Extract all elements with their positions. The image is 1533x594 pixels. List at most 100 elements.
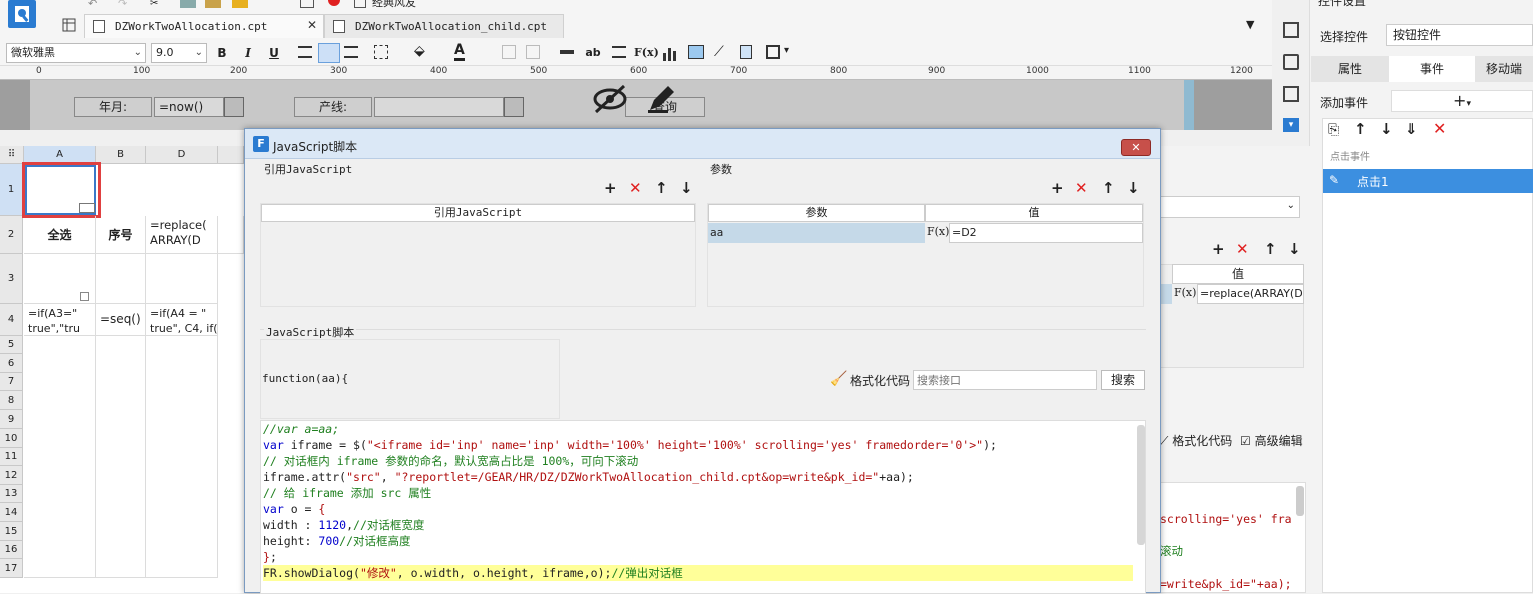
cell-b-empty[interactable] [96, 336, 146, 578]
row-header[interactable]: 15 [0, 522, 23, 541]
column-header[interactable]: D [146, 146, 218, 164]
italic-button[interactable]: I [240, 44, 256, 62]
formula-icon[interactable]: F(x) [1172, 284, 1196, 304]
tab-attributes[interactable]: 属性 [1311, 56, 1389, 82]
calendar-icon[interactable] [224, 97, 244, 117]
row-header[interactable]: 8 [0, 391, 23, 410]
cut-icon[interactable]: ✂ [150, 0, 168, 9]
param-value-cell[interactable]: =D2 [949, 223, 1143, 243]
grid-corner[interactable]: ⠿ [0, 146, 24, 164]
add-param-icon[interactable]: + [1212, 240, 1225, 258]
image-icon[interactable] [688, 45, 704, 59]
row-header[interactable]: 1 (H) [0, 164, 23, 247]
line-combo-field[interactable] [374, 97, 504, 117]
broom-icon[interactable]: 🧹 [830, 371, 847, 387]
move-up-icon[interactable]: ↑ [1264, 240, 1277, 258]
event-item-selected[interactable]: ✎ 点击1 [1323, 169, 1533, 193]
tab-events[interactable]: 事件 [1389, 56, 1475, 82]
frame-icon[interactable] [766, 45, 780, 59]
delete-icon[interactable]: ✕ [629, 179, 642, 197]
dropdown-icon[interactable] [504, 97, 524, 117]
copy-event-icon[interactable]: ⎘ [1328, 122, 1339, 138]
checkbox-icon[interactable] [354, 0, 366, 8]
paste-icon[interactable] [205, 0, 221, 8]
chart-icon[interactable] [662, 45, 678, 64]
redo-icon[interactable]: ↷ [118, 0, 138, 9]
checkbox-widget-icon[interactable] [80, 292, 89, 301]
cell-b2[interactable]: 序号 [96, 216, 146, 254]
move-up-icon[interactable]: ↑ [1102, 179, 1115, 197]
slash-icon[interactable]: ⟋ [714, 44, 724, 60]
search-button[interactable]: 搜索 [1101, 370, 1145, 390]
move-bottom-icon[interactable]: ⇓ [1405, 120, 1418, 138]
cell-a-empty[interactable] [24, 336, 96, 578]
scrollbar-thumb[interactable] [1296, 486, 1304, 516]
button-widget-icon[interactable] [79, 203, 95, 213]
row-header[interactable]: 4 [0, 304, 23, 336]
tab-list-icon[interactable]: ▼ [1246, 18, 1254, 31]
hidden-eye-icon[interactable] [592, 84, 628, 117]
delete-param-icon[interactable]: ✕ [1075, 179, 1088, 197]
behind-format-code[interactable]: ⟋ 格式化代码 [1160, 432, 1232, 449]
tab-child-report[interactable]: DZWorkTwoAllocation_child.cpt [324, 14, 564, 38]
canvas-scrollbar[interactable] [1184, 80, 1194, 130]
font-size-select[interactable]: 9.0 ⌄ [151, 43, 207, 63]
behind-param-value[interactable]: =replace(ARRAY(D [1197, 284, 1304, 304]
delete-param-icon[interactable]: ✕ [1236, 240, 1249, 258]
move-down-icon[interactable]: ↓ [1127, 179, 1140, 197]
border-icon[interactable] [374, 45, 388, 59]
preview-icon[interactable] [300, 0, 314, 8]
app-logo[interactable] [8, 0, 36, 28]
classic-style-label[interactable]: 经典风友 [372, 0, 416, 8]
cell-a4[interactable]: =if(A3=" true","tru [24, 304, 96, 336]
fill-color-icon[interactable]: ⬙ [414, 43, 425, 59]
close-button[interactable]: ✕ [1121, 139, 1151, 156]
ab-button[interactable]: ab [584, 44, 602, 62]
align-right-icon[interactable] [344, 46, 358, 58]
format-code-button[interactable]: 格式化代码 [850, 372, 910, 389]
move-down-icon[interactable]: ↓ [680, 179, 693, 197]
paragraph-icon[interactable] [612, 46, 626, 58]
row-header[interactable]: 7 [0, 373, 23, 391]
move-down-icon[interactable]: ↓ [1380, 120, 1393, 138]
copy-icon[interactable] [180, 0, 196, 8]
close-icon[interactable]: ✕ [307, 18, 317, 32]
row-header[interactable]: 14 [0, 503, 23, 522]
cell-a2[interactable]: 全选 [24, 216, 96, 254]
move-up-icon[interactable]: ↑ [1354, 120, 1367, 138]
editor-scrollbar[interactable] [1137, 425, 1145, 545]
formula-button[interactable]: F(x) [634, 44, 659, 62]
row-header[interactable]: 3 (H) [0, 254, 23, 334]
font-color-icon[interactable]: A [454, 42, 465, 61]
cell-d-empty[interactable] [146, 336, 218, 578]
row-header[interactable]: 13 [0, 485, 23, 503]
column-header[interactable]: B [96, 146, 146, 164]
add-icon[interactable]: + [604, 179, 617, 197]
tab-mobile[interactable]: 移动端 [1475, 56, 1533, 82]
cell-d4[interactable]: =if(A4 = " true", C4, if( [146, 304, 218, 336]
add-param-icon[interactable]: + [1051, 179, 1064, 197]
select-control-dropdown[interactable]: 按钮控件 [1386, 24, 1533, 46]
split-cells-icon[interactable] [526, 45, 540, 59]
grid-view-icon[interactable] [62, 18, 76, 35]
add-event-button[interactable]: +▾ [1391, 90, 1533, 112]
row-header[interactable]: 6 [0, 354, 23, 373]
advanced-edit-button[interactable]: ☑ 高级编辑 [1240, 432, 1303, 449]
row-header[interactable]: 2 (H) [0, 216, 23, 278]
behind-dropdown[interactable]: ⌄ [1160, 196, 1300, 218]
row-header[interactable]: 5 [0, 336, 23, 354]
brush-icon[interactable] [232, 0, 248, 8]
row-header[interactable]: 11 [0, 448, 23, 466]
cell-attr-icon[interactable] [1283, 22, 1299, 38]
row-header[interactable]: 10 [0, 429, 23, 448]
sub-report-icon[interactable] [740, 45, 752, 59]
font-family-select[interactable]: 微软雅黑 ⌄ [6, 43, 146, 63]
tab-main-report[interactable]: DZWorkTwoAllocation.cpt ✕ [84, 14, 324, 38]
undo-icon[interactable]: ↶ [88, 0, 108, 9]
cell-b3[interactable] [96, 254, 146, 304]
code-editor[interactable]: //var a=aa; var iframe = $("<iframe id='… [260, 420, 1146, 594]
move-up-icon[interactable]: ↑ [655, 179, 668, 197]
search-api-input[interactable] [913, 370, 1097, 390]
dialog-titlebar[interactable]: F JavaScript脚本 [245, 129, 1160, 159]
delete-event-icon[interactable]: ✕ [1433, 119, 1446, 138]
